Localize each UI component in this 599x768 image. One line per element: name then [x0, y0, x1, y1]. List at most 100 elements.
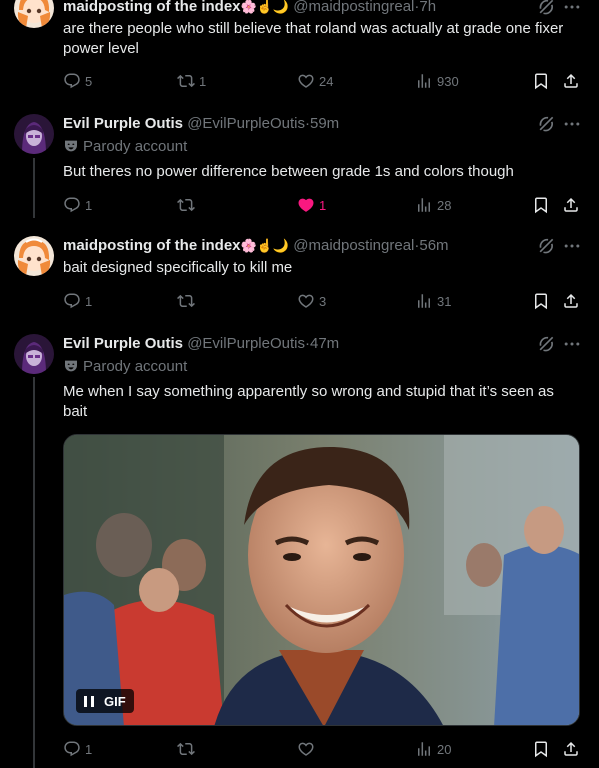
- display-name[interactable]: Evil Purple Outis: [63, 115, 183, 132]
- grok-icon[interactable]: [536, 236, 556, 256]
- views-button[interactable]: 28: [415, 195, 451, 215]
- bookmark-icon: [532, 740, 550, 758]
- display-name[interactable]: Evil Purple Outis: [63, 335, 183, 352]
- more-icon[interactable]: [562, 236, 582, 256]
- timestamp[interactable]: 59m: [310, 115, 339, 132]
- views-count: 28: [437, 197, 452, 213]
- bookmark-button[interactable]: [532, 739, 550, 759]
- views-button[interactable]: 31: [415, 291, 451, 311]
- like-icon: [297, 72, 315, 90]
- parody-label: Parody account: [63, 137, 187, 157]
- more-icon[interactable]: [562, 334, 582, 354]
- tweet[interactable]: maidposting of the index🌸☝️🌙 @maidpostin…: [0, 0, 599, 100]
- share-button[interactable]: [562, 195, 580, 215]
- avatar[interactable]: [14, 114, 54, 154]
- share-icon: [562, 72, 580, 90]
- like-button[interactable]: 1: [297, 195, 326, 215]
- action-bar: 1 3 31: [63, 291, 588, 311]
- share-button[interactable]: [562, 739, 580, 759]
- reply-button[interactable]: 1: [63, 291, 92, 311]
- bookmark-button[interactable]: [532, 291, 550, 311]
- action-bar: 1 1 28: [63, 195, 588, 215]
- action-bar: 5 1 24 930: [63, 71, 588, 91]
- name-emoji: 🌸☝️🌙: [240, 0, 290, 14]
- share-button[interactable]: [562, 291, 580, 311]
- maid-avatar-icon: [14, 236, 54, 276]
- retweet-button[interactable]: [177, 739, 199, 759]
- gif-media[interactable]: GIF: [63, 434, 580, 726]
- handle[interactable]: @EvilPurpleOutis: [187, 115, 305, 132]
- retweet-button[interactable]: 1: [177, 71, 206, 91]
- like-button[interactable]: [297, 739, 319, 759]
- reply-icon: [63, 292, 81, 310]
- timestamp[interactable]: 56m: [419, 237, 448, 254]
- like-count: 3: [319, 293, 327, 309]
- tweet-text: bait designed specifically to kill me: [63, 259, 293, 276]
- more-icon[interactable]: [562, 114, 582, 134]
- avatar[interactable]: [14, 236, 54, 276]
- gif-badge[interactable]: GIF: [76, 689, 134, 713]
- name-emoji: 🌸☝️🌙: [240, 238, 290, 253]
- like-count: 1: [319, 197, 327, 213]
- parody-label: Parody account: [63, 357, 187, 377]
- like-button[interactable]: 3: [297, 291, 326, 311]
- retweet-button[interactable]: [177, 291, 199, 311]
- share-icon: [562, 740, 580, 758]
- pause-icon: [84, 695, 94, 707]
- retweet-icon: [177, 740, 195, 758]
- views-button[interactable]: 20: [415, 739, 451, 759]
- maid-avatar-icon: [14, 0, 54, 28]
- avatar[interactable]: [14, 334, 54, 374]
- grok-icon[interactable]: [536, 0, 556, 17]
- display-name[interactable]: maidposting of the index: [63, 237, 241, 254]
- like-icon: [297, 196, 315, 214]
- views-count: 930: [437, 73, 459, 89]
- tweet-text: Me when I say something apparently so wr…: [63, 383, 554, 420]
- bookmark-icon: [532, 72, 550, 90]
- views-icon: [415, 196, 433, 214]
- timestamp[interactable]: 7h: [419, 0, 436, 15]
- reply-button[interactable]: 1: [63, 195, 92, 215]
- like-button[interactable]: 24: [297, 71, 333, 91]
- like-icon: [297, 740, 315, 758]
- bookmark-icon: [532, 292, 550, 310]
- display-name[interactable]: maidposting of the index: [63, 0, 241, 15]
- timestamp[interactable]: 47m: [310, 335, 339, 352]
- more-icon[interactable]: [562, 0, 582, 17]
- share-button[interactable]: [562, 71, 580, 91]
- tweet[interactable]: maidposting of the index🌸☝️🌙 @maidpostin…: [0, 220, 599, 320]
- retweet-count: 1: [199, 73, 207, 89]
- views-icon: [415, 740, 433, 758]
- share-icon: [562, 292, 580, 310]
- handle[interactable]: @EvilPurpleOutis: [187, 335, 305, 352]
- reply-count: 1: [85, 293, 93, 309]
- parody-mask-icon: [63, 138, 79, 154]
- reply-button[interactable]: 5: [63, 71, 92, 91]
- action-bar: 1 20: [63, 739, 588, 759]
- bookmark-button[interactable]: [532, 71, 550, 91]
- reply-icon: [63, 196, 81, 214]
- views-icon: [415, 72, 433, 90]
- reply-count: 5: [85, 73, 93, 89]
- gif-image: [64, 435, 579, 725]
- like-count: 24: [319, 73, 334, 89]
- tweet-header: Evil Purple Outis @EvilPurpleOutis·59m: [63, 115, 340, 132]
- bookmark-button[interactable]: [532, 195, 550, 215]
- like-icon: [297, 292, 315, 310]
- retweet-button[interactable]: [177, 195, 199, 215]
- tweet-header: maidposting of the index🌸☝️🌙 @maidpostin…: [63, 0, 437, 15]
- reply-button[interactable]: 1: [63, 739, 92, 759]
- tweet[interactable]: Evil Purple Outis @EvilPurpleOutis·59m P…: [0, 100, 599, 220]
- grok-icon[interactable]: [536, 334, 556, 354]
- grok-icon[interactable]: [536, 114, 556, 134]
- reply-count: 1: [85, 741, 93, 757]
- handle[interactable]: @maidpostingreal: [293, 0, 414, 15]
- handle[interactable]: @maidpostingreal: [293, 237, 414, 254]
- reply-icon: [63, 72, 81, 90]
- tweet-header: maidposting of the index🌸☝️🌙 @maidpostin…: [63, 237, 449, 254]
- avatar[interactable]: [14, 0, 54, 28]
- reply-count: 1: [85, 197, 93, 213]
- views-button[interactable]: 930: [415, 71, 459, 91]
- bookmark-icon: [532, 196, 550, 214]
- tweet-text: But theres no power difference between g…: [63, 163, 514, 180]
